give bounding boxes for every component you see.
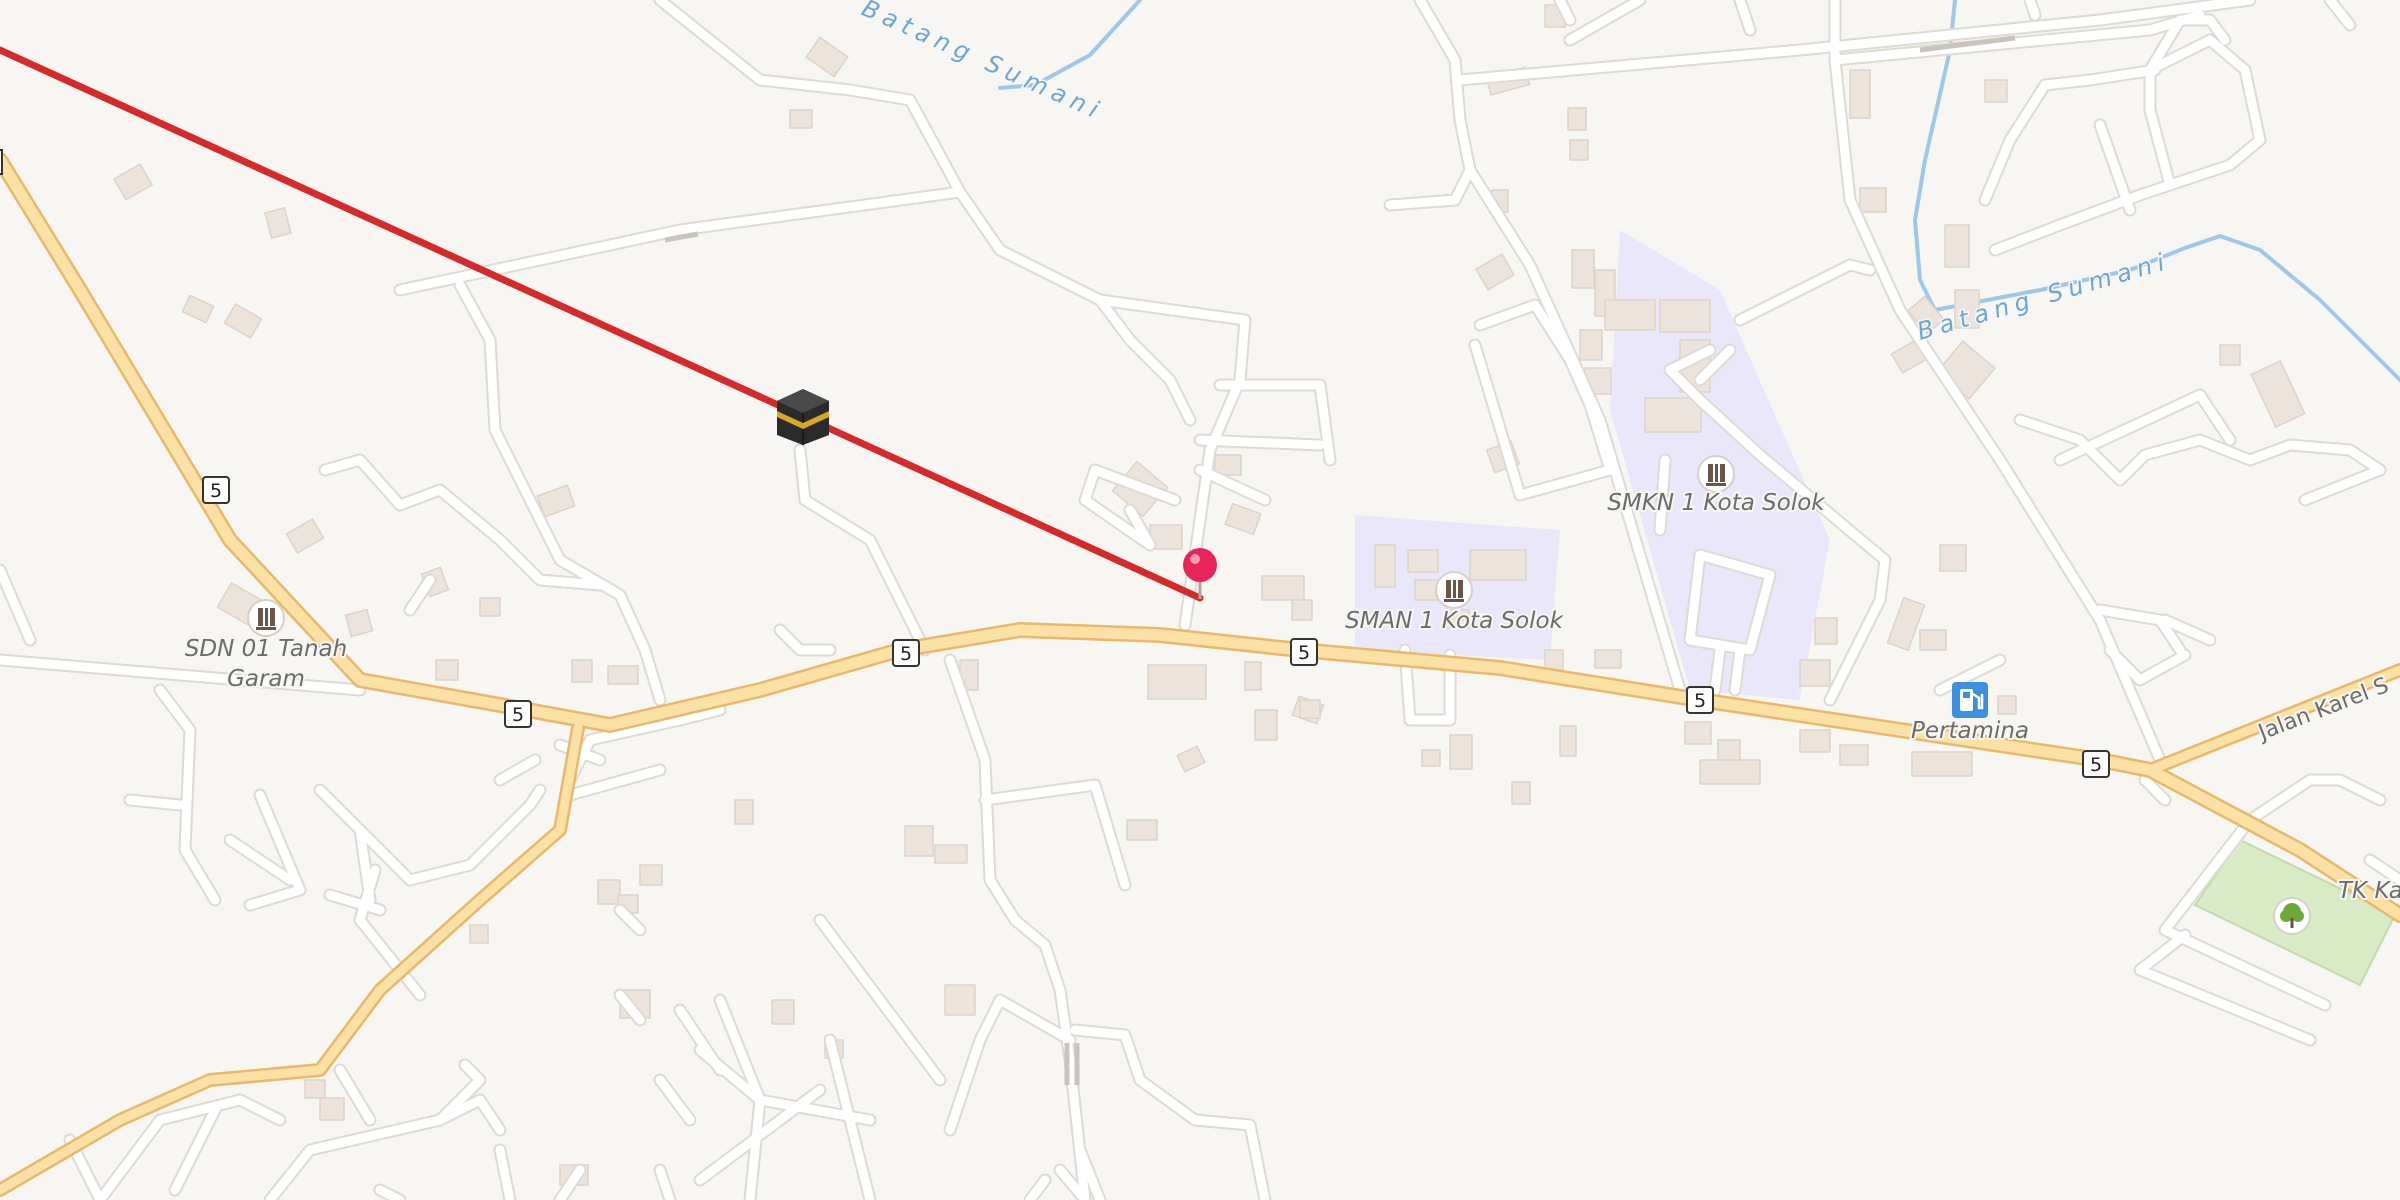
school-icon: [247, 599, 285, 637]
map-canvas[interactable]: Batang Sumani Batang Sumani 5 5 5 5 5 5: [0, 0, 2400, 1200]
route-shield: 5: [202, 476, 230, 504]
fuel-label: Pertamina: [1911, 718, 2029, 744]
smkn-label: SMKN 1 Kota Solok: [1607, 490, 1826, 516]
tk-label: TK Ka: [2338, 878, 2400, 904]
svg-text:5: 5: [2090, 754, 2102, 776]
poi-tk[interactable]: [2273, 897, 2311, 935]
svg-text:5: 5: [1298, 642, 1310, 664]
route-shield-partial: [0, 149, 3, 175]
sman-label: SMAN 1 Kota Solok: [1345, 608, 1565, 634]
route-shield: 5: [892, 639, 920, 667]
route-shield: 5: [2082, 750, 2110, 778]
sdn-label-line2: Garam: [227, 666, 305, 692]
fuel-pump-icon: [1952, 682, 1988, 718]
route-shield: 5: [1686, 686, 1714, 714]
school-icon: [1435, 571, 1473, 609]
svg-text:5: 5: [210, 480, 222, 502]
school-icon: [1697, 455, 1735, 493]
park-tree-icon: [2273, 897, 2311, 935]
route-shield: 5: [1290, 638, 1318, 666]
route-shield: 5: [504, 700, 532, 728]
sdn-label: SDN 01 Tanah: [185, 636, 347, 662]
svg-text:5: 5: [512, 704, 524, 726]
svg-text:5: 5: [1694, 690, 1706, 712]
svg-text:5: 5: [900, 643, 912, 665]
